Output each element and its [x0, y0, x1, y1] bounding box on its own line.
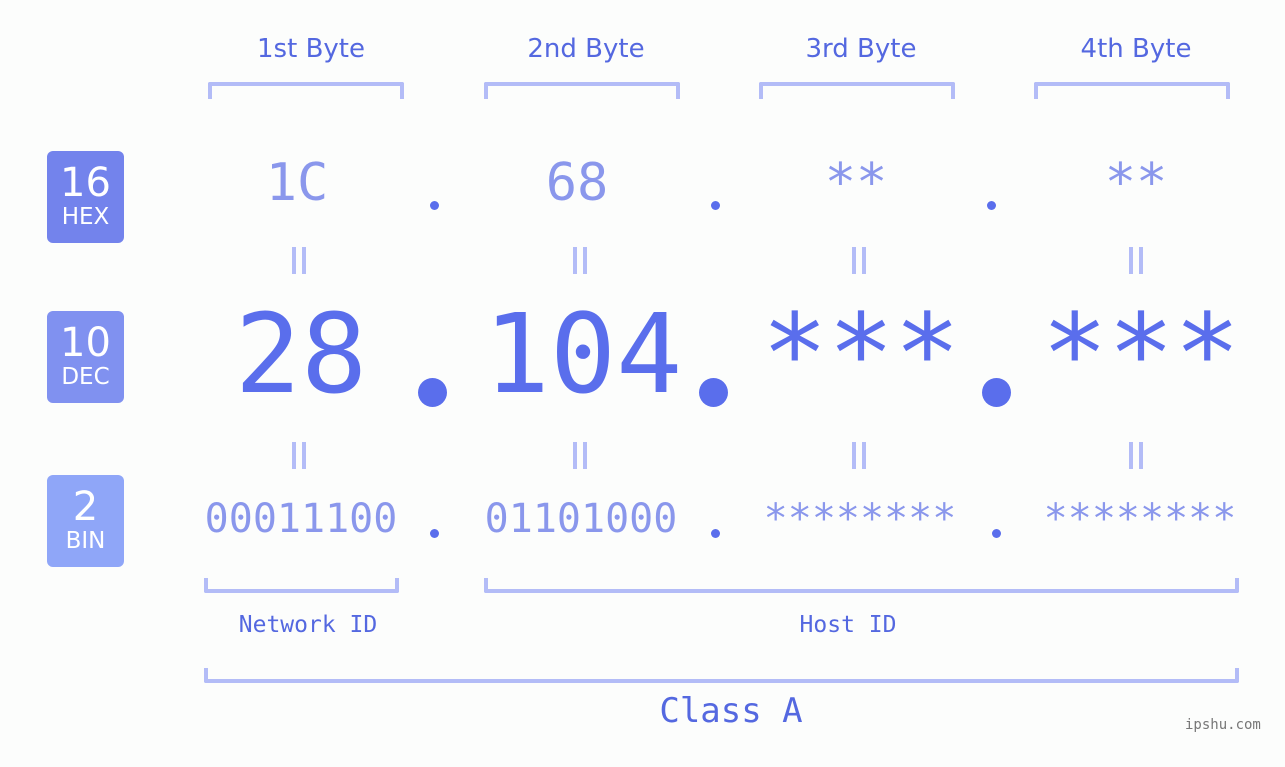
host-id-bracket	[484, 578, 1239, 593]
bin-separator-dot	[430, 529, 439, 538]
byte-bracket-1	[208, 82, 404, 99]
dec-separator-dot	[418, 378, 447, 407]
byte-bracket-3	[759, 82, 955, 99]
bin-value-3: ********	[763, 496, 957, 542]
dec-value-2: 104	[483, 290, 683, 418]
dec-separator-dot	[699, 378, 728, 407]
class-label: Class A	[659, 691, 803, 731]
equivalence-icon	[292, 247, 306, 274]
bin-value-1: 00011100	[204, 496, 398, 542]
byte-header-3: 3rd Byte	[805, 34, 917, 64]
bin-value-4: ********	[1043, 496, 1237, 542]
bin-separator-dot	[992, 529, 1001, 538]
dec-badge-label: DEC	[61, 364, 110, 390]
host-id-label: Host ID	[799, 612, 897, 638]
hex-value-4: **	[1104, 153, 1168, 213]
hex-separator-dot	[711, 201, 720, 210]
dec-value-4: ***	[1041, 290, 1241, 418]
byte-header-2: 2nd Byte	[527, 34, 645, 64]
equivalence-icon	[573, 247, 587, 274]
dec-badge-number: 10	[60, 320, 111, 366]
byte-header-4: 4th Byte	[1080, 34, 1192, 64]
equivalence-icon	[852, 247, 866, 274]
bin-badge-number: 2	[72, 484, 99, 530]
equivalence-icon	[292, 442, 306, 469]
bin-separator-dot	[711, 529, 720, 538]
equivalence-icon	[573, 442, 587, 469]
dec-badge: 10 DEC	[47, 311, 124, 403]
dec-value-1: 28	[234, 290, 368, 418]
hex-separator-dot	[987, 201, 996, 210]
hex-badge-number: 16	[60, 160, 111, 206]
byte-bracket-2	[484, 82, 680, 99]
equivalence-icon	[1129, 247, 1143, 274]
class-bracket	[204, 668, 1239, 683]
bin-badge: 2 BIN	[47, 475, 124, 567]
bin-value-2: 01101000	[484, 496, 678, 542]
network-id-bracket	[204, 578, 399, 593]
byte-header-1: 1st Byte	[257, 34, 365, 64]
equivalence-icon	[1129, 442, 1143, 469]
byte-bracket-4	[1034, 82, 1230, 99]
dec-separator-dot	[982, 378, 1011, 407]
hex-badge-label: HEX	[61, 204, 110, 230]
network-id-label: Network ID	[238, 612, 378, 638]
bin-badge-label: BIN	[65, 528, 106, 554]
dec-value-3: ***	[761, 290, 961, 418]
hex-value-2: 68	[545, 153, 609, 213]
equivalence-icon	[852, 442, 866, 469]
hex-separator-dot	[430, 201, 439, 210]
hex-badge: 16 HEX	[47, 151, 124, 243]
hex-value-3: **	[824, 153, 888, 213]
watermark: ipshu.com	[1185, 717, 1261, 733]
hex-value-1: 1C	[265, 153, 329, 213]
